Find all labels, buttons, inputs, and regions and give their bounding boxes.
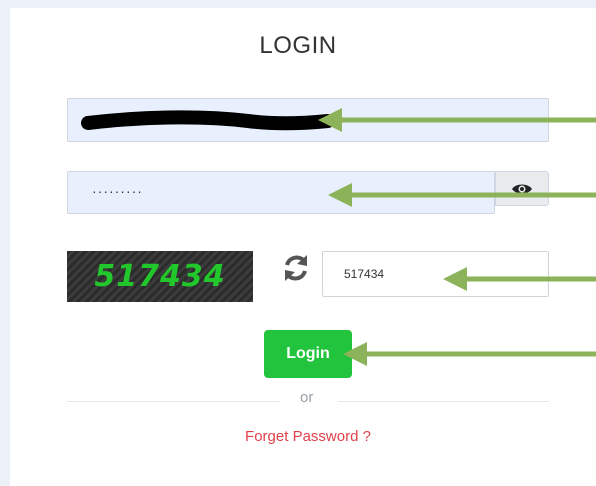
redaction-scribble <box>81 110 335 131</box>
divider-left <box>67 401 280 402</box>
captcha-input[interactable]: 517434 <box>322 251 549 297</box>
login-card <box>10 8 596 486</box>
captcha-code: 517434 <box>94 259 226 294</box>
page-title: LOGIN <box>259 32 337 59</box>
password-input[interactable]: ········· <box>67 171 495 214</box>
show-password-button[interactable] <box>495 171 549 206</box>
login-button[interactable]: Login <box>264 330 352 378</box>
or-separator: or <box>300 389 314 406</box>
captcha-input-value: 517434 <box>344 267 385 281</box>
refresh-icon[interactable] <box>281 253 311 283</box>
forget-password-link[interactable]: Forget Password ? <box>0 428 596 445</box>
divider-right <box>338 401 549 402</box>
password-mask: ········· <box>92 183 143 199</box>
captcha-image: 517434 <box>67 251 253 302</box>
eye-icon <box>512 184 532 193</box>
username-input[interactable] <box>67 98 549 142</box>
